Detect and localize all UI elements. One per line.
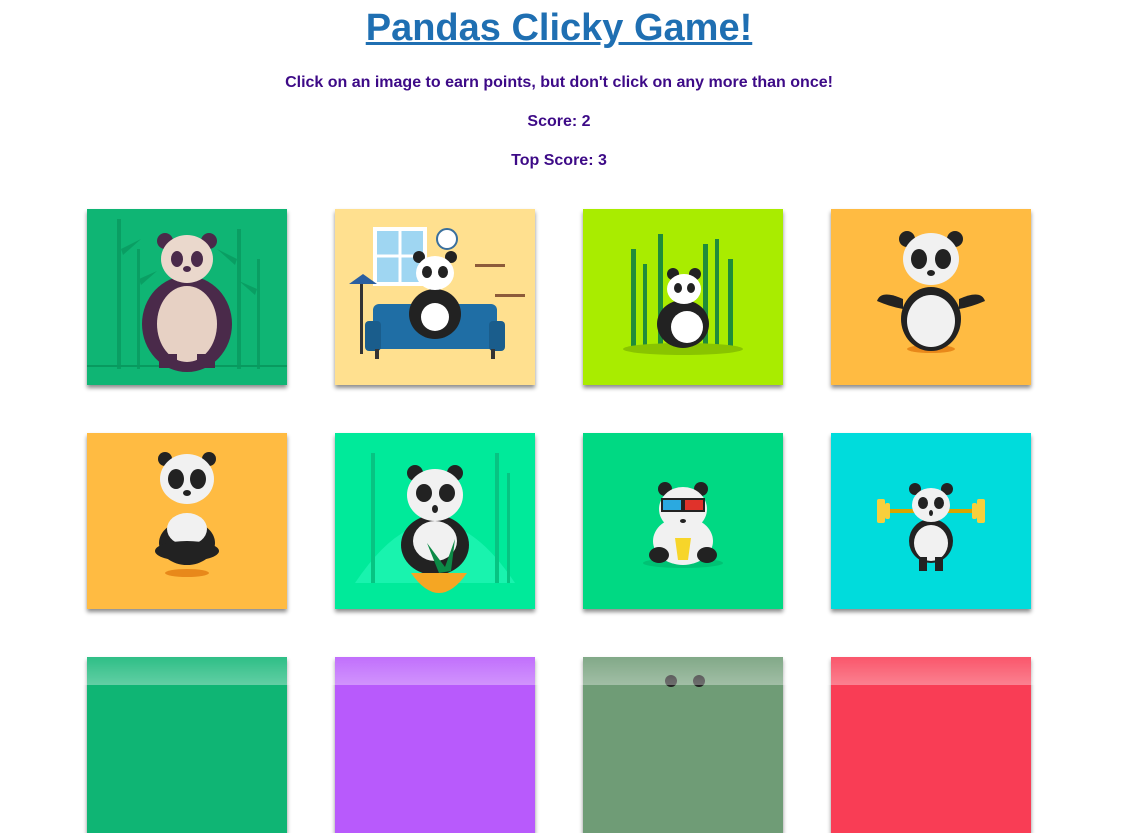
panda-with-pot-image — [335, 433, 535, 609]
panda-card-9-image — [87, 657, 287, 833]
panda-card-4[interactable] — [831, 209, 1031, 385]
panda-arms-out-image — [831, 209, 1031, 385]
panda-3d-glasses-image — [583, 433, 783, 609]
panda-card-1[interactable] — [87, 209, 287, 385]
standing-panda-image — [87, 209, 287, 385]
meditating-panda-image — [87, 433, 287, 609]
panda-card-11[interactable] — [583, 657, 783, 833]
panda-card-12[interactable] — [831, 657, 1031, 833]
panda-card-12-image — [831, 657, 1031, 833]
panda-card-9[interactable] — [87, 657, 287, 833]
panda-weightlifting-image — [831, 433, 1031, 609]
instructions-text: Click on an image to earn points, but do… — [285, 74, 833, 91]
panda-card-6[interactable] — [335, 433, 535, 609]
score-display: Score: 2 — [527, 113, 591, 130]
panda-card-3[interactable] — [583, 209, 783, 385]
top-score-display: Top Score: 3 — [511, 152, 607, 169]
panda-in-bamboo-image — [583, 209, 783, 385]
panda-card-2[interactable] — [335, 209, 535, 385]
panda-card-10-image — [335, 657, 535, 833]
panda-card-5[interactable] — [87, 433, 287, 609]
panda-card-10[interactable] — [335, 657, 535, 833]
panda-card-8[interactable] — [831, 433, 1031, 609]
game-title[interactable]: Pandas Clicky Game! — [0, 4, 1118, 52]
panda-card-11-image — [583, 657, 783, 833]
panda-on-sofa-image — [335, 209, 535, 385]
panda-card-7[interactable] — [583, 433, 783, 609]
